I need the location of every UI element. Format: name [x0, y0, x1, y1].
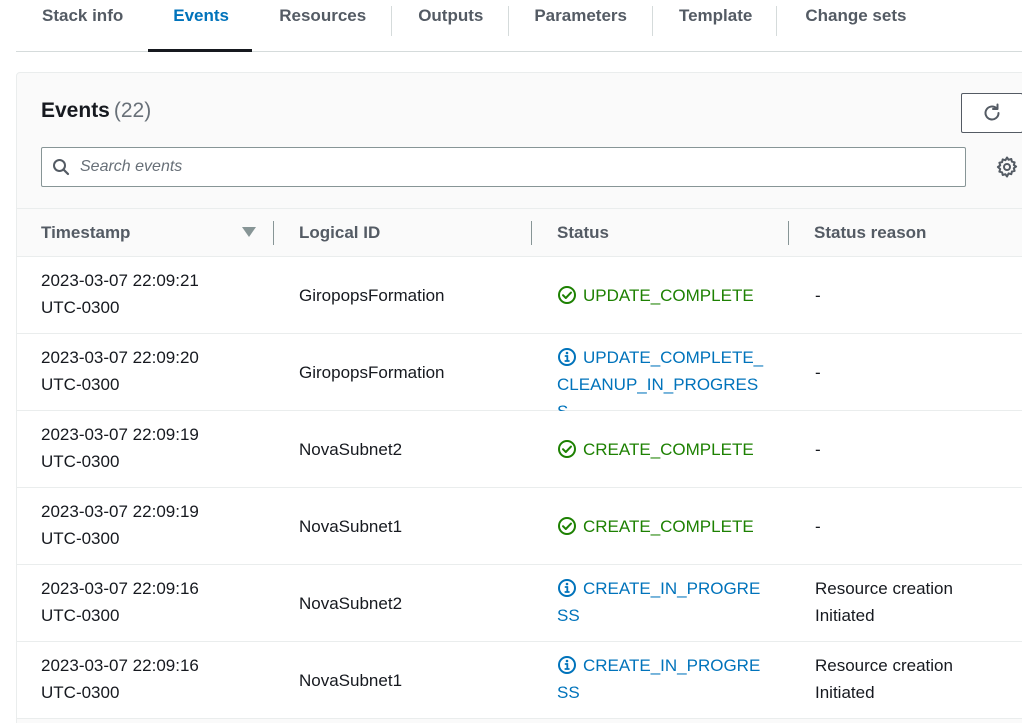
refresh-icon	[984, 103, 1000, 121]
tab-label: Outputs	[418, 6, 484, 25]
status-reason-text: -	[815, 517, 821, 536]
timestamp-cell: 2023-03-07 22:09:21 UTC-0300	[41, 267, 241, 321]
timezone-text: UTC-0300	[41, 606, 120, 625]
status-text: CREATE_COMPLETE	[583, 440, 754, 459]
status-text: CREATE_IN_PROGRESS	[557, 656, 761, 702]
status-text: UPDATE_COMPLETE	[583, 286, 754, 305]
panel-title: Events (22)	[41, 99, 151, 123]
status-reason-cell: Resource creation Initiated	[815, 652, 1015, 706]
table-row: 2023-03-07 22:09:19 UTC-0300 NovaSubnet2 …	[17, 411, 1022, 488]
timestamp-text: 2023-03-07 22:09:16	[41, 579, 199, 598]
refresh-button[interactable]	[961, 93, 1022, 133]
status-reason-cell: -	[815, 282, 1015, 309]
tab-label: Parameters	[534, 6, 627, 25]
status-cell: CREATE_IN_PROGRESS	[557, 575, 767, 629]
status-reason-cell: -	[815, 513, 1015, 540]
status-cell: UPDATE_COMPLETE	[557, 282, 767, 309]
info-icon	[558, 348, 576, 366]
logical-id-cell: GiropopsFormation	[299, 286, 445, 305]
timestamp-cell: 2023-03-07 22:09:16 UTC-0300	[41, 652, 241, 706]
timestamp-cell: 2023-03-07 22:09:19 UTC-0300	[41, 498, 241, 552]
status-cell: CREATE_COMPLETE	[557, 513, 767, 540]
logical-id-cell: NovaSubnet2	[299, 440, 403, 459]
column-header-status-reason[interactable]: Status reason	[814, 223, 926, 243]
status-reason-text: -	[815, 440, 821, 459]
search-box	[41, 147, 966, 187]
tab-template[interactable]: Template	[653, 0, 776, 51]
status-reason-cell: -	[815, 436, 1015, 463]
tab-label: Change sets	[805, 6, 907, 25]
info-icon	[558, 579, 576, 597]
column-header-status[interactable]: Status	[557, 223, 609, 243]
column-header-timestamp[interactable]: Timestamp	[41, 223, 130, 243]
table-row: 2023-03-07 22:09:21 UTC-0300 GiropopsForm…	[17, 257, 1022, 334]
tab-label: Stack info	[42, 6, 124, 25]
status-reason-text: -	[815, 363, 821, 382]
timestamp-text: 2023-03-07 22:09:16	[41, 656, 199, 675]
table-row: 2023-03-07 22:09:20 UTC-0300 GiropopsForm…	[17, 334, 1022, 421]
tab-events[interactable]: Events	[148, 0, 253, 52]
timestamp-text: 2023-03-07 22:09:21	[41, 271, 199, 290]
events-panel: Events(22) Timestamp Logical ID Status	[16, 72, 1022, 723]
status-reason-cell: -	[815, 359, 1015, 386]
tab-change-sets[interactable]: Change sets	[777, 0, 906, 51]
timestamp-text: 2023-03-07 22:09:19	[41, 502, 199, 521]
event-count: (22)	[113, 99, 152, 122]
column-divider[interactable]	[788, 221, 789, 245]
success-check-icon	[558, 440, 576, 458]
search-icon	[53, 159, 70, 176]
timezone-text: UTC-0300	[41, 375, 120, 394]
timestamp-text: 2023-03-07 22:09:20	[41, 348, 199, 367]
table-row: 2023-03-07 22:09:16 UTC-0300 NovaSubnet2 …	[17, 565, 1022, 642]
stack-tabs: Stack info Events Resources Outputs Para…	[16, 0, 1022, 52]
panel-title-text: Events	[41, 99, 110, 122]
tab-label: Resources	[279, 6, 367, 25]
column-header-logical-id[interactable]: Logical ID	[299, 223, 380, 243]
table-header: Timestamp Logical ID Status Status reaso…	[17, 208, 1022, 257]
search-input[interactable]	[80, 158, 940, 176]
success-check-icon	[558, 517, 576, 535]
timestamp-cell: 2023-03-07 22:09:20 UTC-0300	[41, 344, 241, 398]
timezone-text: UTC-0300	[41, 683, 120, 702]
tab-stack-info[interactable]: Stack info	[16, 0, 148, 51]
status-text: CREATE_COMPLETE	[583, 517, 754, 536]
status-reason-text: Resource creation	[815, 579, 953, 598]
timezone-text: UTC-0300	[41, 298, 120, 317]
status-reason-text: Resource creation	[815, 656, 953, 675]
tab-label: Template	[678, 6, 753, 25]
table-row: 2023-03-07 22:09:19 UTC-0300 NovaSubnet1 …	[17, 488, 1022, 565]
gear-icon[interactable]	[995, 155, 1019, 179]
success-check-icon	[558, 286, 576, 304]
table-row: 2023-03-07 22:09:16 UTC-0300 NovaSubnet1 …	[17, 642, 1022, 719]
tab-parameters[interactable]: Parameters	[509, 0, 652, 51]
timestamp-text: 2023-03-07 22:09:19	[41, 425, 199, 444]
events-table: Timestamp Logical ID Status Status reaso…	[17, 208, 1022, 719]
info-icon	[558, 656, 576, 674]
logical-id-cell: NovaSubnet1	[299, 517, 403, 536]
timestamp-cell: 2023-03-07 22:09:19 UTC-0300	[41, 421, 241, 475]
sort-descending-icon[interactable]	[242, 227, 256, 237]
logical-id-cell: NovaSubnet2	[299, 594, 403, 613]
status-reason-cell: Resource creation Initiated	[815, 575, 1015, 629]
column-divider[interactable]	[273, 221, 274, 245]
timezone-text: UTC-0300	[41, 529, 120, 548]
logical-id-cell: GiropopsFormation	[299, 363, 445, 382]
timestamp-cell: 2023-03-07 22:09:16 UTC-0300	[41, 575, 241, 629]
column-divider[interactable]	[531, 221, 532, 245]
status-cell: CREATE_IN_PROGRESS	[557, 652, 767, 706]
logical-id-cell: NovaSubnet1	[299, 671, 403, 690]
status-text: CREATE_IN_PROGRESS	[557, 579, 761, 625]
status-reason-text: Initiated	[815, 683, 875, 702]
status-reason-text: Initiated	[815, 606, 875, 625]
tab-outputs[interactable]: Outputs	[392, 0, 508, 51]
tab-label: Events	[173, 6, 229, 25]
status-cell: CREATE_COMPLETE	[557, 436, 767, 463]
status-reason-text: -	[815, 286, 821, 305]
tab-resources[interactable]: Resources	[252, 0, 391, 51]
timezone-text: UTC-0300	[41, 452, 120, 471]
